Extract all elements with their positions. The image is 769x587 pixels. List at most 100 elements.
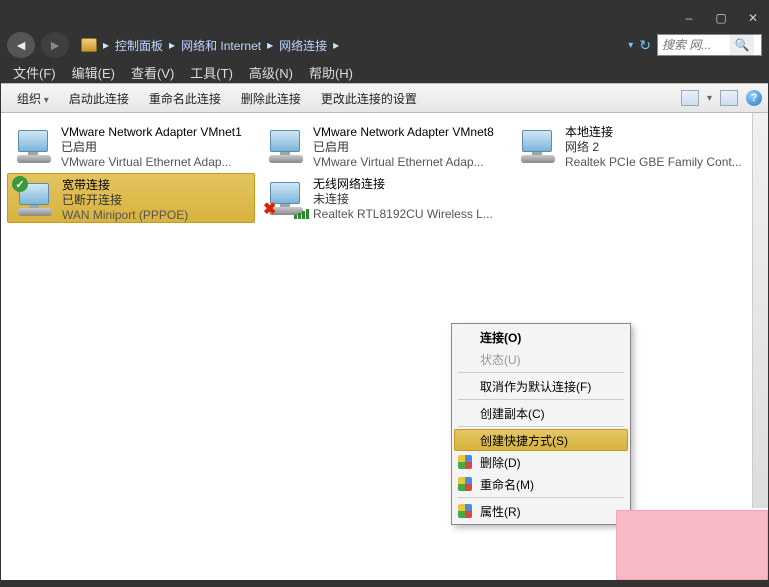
connection-device: Realtek RTL8192CU Wireless L... (313, 207, 493, 222)
menu-edit[interactable]: 编辑(E) (64, 61, 123, 84)
connection-status: 已断开连接 (62, 193, 188, 208)
context-menu-item[interactable]: 属性(R) (454, 500, 628, 522)
connection-device: VMware Virtual Ethernet Adap... (61, 155, 242, 170)
close-button[interactable]: ✕ (746, 11, 760, 25)
view-mode-icon[interactable] (681, 90, 699, 106)
connection-list: VMware Network Adapter VMnet1 已启用 VMware… (7, 121, 762, 223)
connection-status: 未连接 (313, 192, 493, 207)
context-menu-item[interactable]: 取消作为默认连接(F) (454, 375, 628, 397)
toolbar: 组织 启动此连接 重命名此连接 删除此连接 更改此连接的设置 ▾ ? (1, 83, 768, 113)
menubar: 文件(F) 编辑(E) 查看(V) 工具(T) 高级(N) 帮助(H) (1, 61, 768, 83)
wifi-bars-icon (294, 209, 309, 219)
context-menu-item[interactable]: 创建副本(C) (454, 402, 628, 424)
overlay-box (616, 510, 768, 580)
menu-item-label: 状态(U) (480, 351, 521, 368)
rename-connection-button[interactable]: 重命名此连接 (139, 87, 231, 110)
connection-text: 无线网络连接 未连接 Realtek RTL8192CU Wireless L.… (313, 177, 493, 222)
menu-item-label: 连接(O) (480, 329, 521, 346)
connection-icon: ✖ (265, 177, 305, 217)
back-button[interactable]: ◄ (7, 32, 35, 58)
start-connection-button[interactable]: 启动此连接 (59, 87, 139, 110)
nav-bar: ◄ ► ▸ 控制面板 ▸ 网络和 Internet ▸ 网络连接 ▸ ▾ ↻ 🔍 (1, 29, 768, 61)
check-icon: ✓ (12, 176, 28, 192)
menu-separator (458, 426, 624, 427)
menu-separator (458, 372, 624, 373)
organize-button[interactable]: 组织 (7, 87, 59, 110)
menu-view[interactable]: 查看(V) (123, 61, 182, 84)
breadcrumb-part[interactable]: 网络和 Internet (181, 37, 261, 54)
menu-tools[interactable]: 工具(T) (182, 61, 241, 84)
chevron-down-icon[interactable]: ▾ (707, 93, 712, 104)
shield-icon (458, 504, 472, 518)
menu-item-label: 创建快捷方式(S) (480, 432, 568, 449)
menu-item-label: 删除(D) (480, 454, 521, 471)
x-icon: ✖ (263, 199, 276, 219)
menu-separator (458, 399, 624, 400)
menu-help[interactable]: 帮助(H) (301, 61, 361, 84)
connection-status: 已启用 (61, 140, 242, 155)
connection-icon (517, 125, 557, 165)
preview-pane-icon[interactable] (720, 90, 738, 106)
menu-advanced[interactable]: 高级(N) (241, 61, 301, 84)
connection-text: VMware Network Adapter VMnet8 已启用 VMware… (313, 125, 494, 170)
breadcrumb-part[interactable]: 网络连接 (279, 37, 327, 54)
connection-device: Realtek PCIe GBE Family Cont... (565, 155, 742, 170)
titlebar: – ▢ ✕ (1, 7, 768, 29)
connection-item[interactable]: ✓ 宽带连接 已断开连接 WAN Miniport (PPPOE) (7, 173, 255, 223)
search-box[interactable]: 🔍 (657, 34, 762, 56)
context-menu-item[interactable]: 重命名(M) (454, 473, 628, 495)
connection-icon (265, 125, 305, 165)
menu-item-label: 创建副本(C) (480, 405, 545, 422)
connection-name: 无线网络连接 (313, 177, 493, 192)
connection-name: VMware Network Adapter VMnet8 (313, 125, 494, 140)
chevron-right-icon: ▸ (103, 38, 109, 52)
connection-device: WAN Miniport (PPPOE) (62, 208, 188, 223)
connection-text: VMware Network Adapter VMnet1 已启用 VMware… (61, 125, 242, 170)
breadcrumb-dropdown-icon[interactable]: ▾ (628, 40, 633, 51)
content-area: VMware Network Adapter VMnet1 已启用 VMware… (1, 113, 768, 580)
change-settings-button[interactable]: 更改此连接的设置 (311, 87, 427, 110)
chevron-right-icon: ▸ (267, 38, 273, 52)
breadcrumb-part[interactable]: 控制面板 (115, 37, 163, 54)
help-icon[interactable]: ? (746, 90, 762, 106)
search-icon[interactable]: 🔍 (730, 35, 754, 55)
folder-icon (81, 38, 97, 52)
context-menu-item: 状态(U) (454, 348, 628, 370)
forward-button[interactable]: ► (41, 32, 69, 58)
context-menu-item[interactable]: 删除(D) (454, 451, 628, 473)
chevron-right-icon: ▸ (169, 38, 175, 52)
shield-icon (458, 477, 472, 491)
connection-name: VMware Network Adapter VMnet1 (61, 125, 242, 140)
connection-name: 宽带连接 (62, 178, 188, 193)
menu-file[interactable]: 文件(F) (5, 61, 64, 84)
context-menu: 连接(O) 状态(U) 取消作为默认连接(F) 创建副本(C) 创建快捷方式(S) 删除(… (451, 323, 631, 525)
context-menu-item[interactable]: 创建快捷方式(S) (454, 429, 628, 451)
window: – ▢ ✕ ◄ ► ▸ 控制面板 ▸ 网络和 Internet ▸ 网络连接 ▸… (0, 6, 769, 581)
chevron-right-icon: ▸ (333, 38, 339, 52)
connection-item[interactable]: 本地连接 网络 2 Realtek PCIe GBE Family Cont..… (511, 121, 759, 171)
connection-icon (13, 125, 53, 165)
breadcrumb[interactable]: ▸ 控制面板 ▸ 网络和 Internet ▸ 网络连接 ▸ (75, 32, 622, 58)
menu-item-label: 取消作为默认连接(F) (480, 378, 591, 395)
refresh-icon[interactable]: ↻ (639, 37, 651, 54)
scrollbar-thumb[interactable] (753, 113, 768, 508)
connection-status: 已启用 (313, 140, 494, 155)
connection-icon: ✓ (14, 178, 54, 218)
shield-icon (458, 455, 472, 469)
search-input[interactable] (658, 38, 730, 52)
connection-text: 宽带连接 已断开连接 WAN Miniport (PPPOE) (62, 178, 188, 223)
connection-device: VMware Virtual Ethernet Adap... (313, 155, 494, 170)
minimize-button[interactable]: – (682, 11, 696, 25)
delete-connection-button[interactable]: 删除此连接 (231, 87, 311, 110)
maximize-button[interactable]: ▢ (714, 11, 728, 25)
menu-item-label: 属性(R) (480, 503, 521, 520)
menu-item-label: 重命名(M) (480, 476, 534, 493)
menu-separator (458, 497, 624, 498)
context-menu-item[interactable]: 连接(O) (454, 326, 628, 348)
connection-item[interactable]: ✖ 无线网络连接 未连接 Realtek RTL8192CU Wireless … (259, 173, 507, 223)
connection-status: 网络 2 (565, 140, 742, 155)
vertical-scrollbar[interactable] (752, 113, 768, 508)
connection-item[interactable]: VMware Network Adapter VMnet1 已启用 VMware… (7, 121, 255, 171)
connection-name: 本地连接 (565, 125, 742, 140)
connection-item[interactable]: VMware Network Adapter VMnet8 已启用 VMware… (259, 121, 507, 171)
